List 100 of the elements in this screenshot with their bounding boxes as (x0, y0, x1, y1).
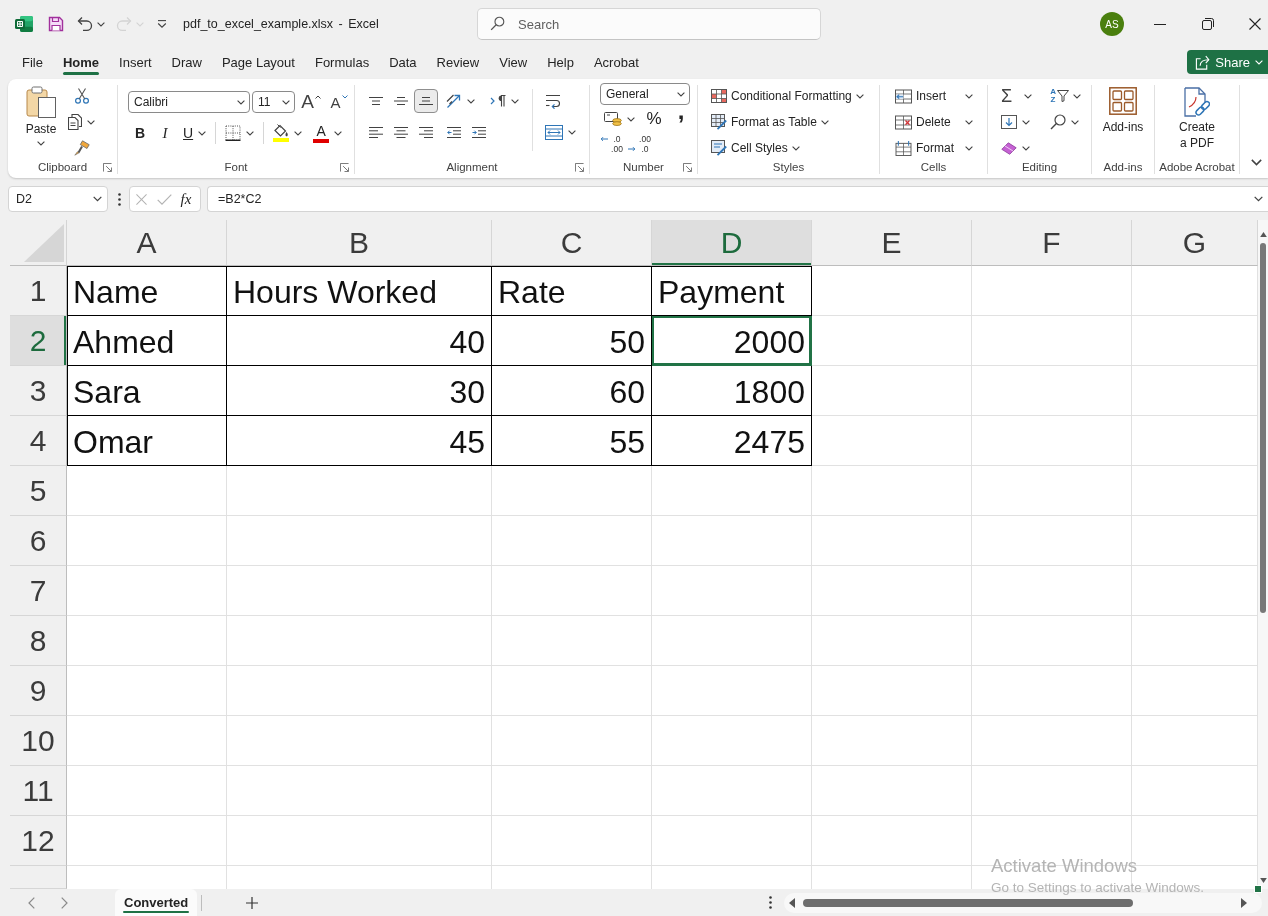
table-cell[interactable] (812, 416, 972, 466)
row-header[interactable]: 7 (10, 566, 67, 616)
conditional-formatting-icon[interactable] (711, 88, 727, 104)
caret-icon[interactable] (246, 130, 255, 136)
table-cell[interactable]: 60 (492, 366, 652, 416)
table-cell[interactable] (812, 316, 972, 366)
caret-icon[interactable] (294, 130, 303, 136)
caret-icon[interactable] (1251, 159, 1262, 166)
vertical-dots-icon[interactable] (118, 192, 121, 206)
table-cell[interactable] (652, 616, 812, 666)
caret-icon[interactable] (627, 116, 635, 122)
caret-icon[interactable] (97, 21, 105, 27)
font-size-field[interactable]: 11 (252, 91, 295, 113)
font-color-button[interactable]: A (309, 122, 347, 144)
arrow-left-icon[interactable] (600, 136, 608, 142)
clipboard-icon[interactable] (26, 86, 56, 118)
share-icon[interactable] (1195, 54, 1211, 70)
table-cell[interactable] (812, 566, 972, 616)
table-cell[interactable]: 30 (227, 366, 492, 416)
table-cell[interactable] (652, 766, 812, 816)
caret-icon[interactable] (965, 145, 973, 151)
money-icon[interactable] (604, 112, 622, 126)
fill-handle[interactable] (1254, 885, 1262, 893)
table-cell[interactable] (972, 766, 1132, 816)
ribbon-tab[interactable]: Acrobat (583, 48, 649, 76)
caret-icon[interactable] (568, 129, 576, 135)
table-cell[interactable] (492, 766, 652, 816)
minimize-icon[interactable] (1154, 23, 1166, 25)
triangle-down-icon[interactable] (1259, 878, 1267, 883)
column-header[interactable]: E (812, 220, 972, 266)
table-cell[interactable] (652, 666, 812, 716)
column-header[interactable]: A (67, 220, 227, 266)
check-icon[interactable] (156, 193, 172, 205)
close-icon[interactable] (1249, 18, 1261, 30)
percent-style-button[interactable]: % (643, 108, 665, 130)
caret-icon[interactable] (820, 119, 829, 125)
increase-indent-icon[interactable] (472, 126, 486, 138)
add-ins-button[interactable]: Add-ins (1102, 85, 1144, 160)
dialog-launcher-icon[interactable] (103, 162, 112, 172)
conditional-formatting-button[interactable]: Conditional Formatting (708, 85, 867, 107)
table-cell[interactable]: Payment (652, 266, 812, 316)
insert-cells-icon[interactable] (895, 88, 912, 104)
table-cell[interactable]: 40 (227, 316, 492, 366)
triangle-up-icon[interactable] (1259, 232, 1267, 237)
column-header[interactable]: G (1132, 220, 1258, 266)
eraser-icon[interactable] (1001, 141, 1017, 155)
table-cell[interactable] (67, 766, 227, 816)
caret-icon[interactable] (965, 93, 973, 99)
comma-style-button[interactable]: , (670, 108, 692, 130)
align-bottom-icon[interactable] (419, 97, 433, 105)
caret-icon[interactable] (237, 99, 245, 105)
table-brush-icon[interactable] (711, 114, 727, 130)
copy-icon[interactable] (68, 114, 82, 130)
plus-icon[interactable] (246, 896, 259, 909)
chevron-left-icon[interactable] (27, 896, 35, 909)
table-cell[interactable] (972, 616, 1132, 666)
table-cell[interactable] (67, 716, 227, 766)
table-cell[interactable] (652, 566, 812, 616)
table-cell[interactable] (812, 516, 972, 566)
column-header[interactable]: F (972, 220, 1132, 266)
vertical-dots-icon[interactable] (769, 896, 772, 909)
ribbon-tab[interactable]: Help (537, 48, 584, 76)
scrollbar-thumb[interactable] (1260, 243, 1266, 613)
table-cell[interactable] (67, 516, 227, 566)
dialog-launcher-icon[interactable] (683, 162, 692, 172)
row-header[interactable]: 8 (10, 616, 67, 666)
table-cell[interactable] (67, 466, 227, 516)
table-cell[interactable] (492, 666, 652, 716)
merge-cells-icon[interactable] (545, 124, 563, 140)
grow-font-button[interactable]: A (300, 91, 322, 113)
swatch-icon[interactable] (273, 138, 290, 142)
format-as-table-button[interactable]: Format as Table (708, 111, 867, 133)
vertical-scrollbar[interactable] (1258, 220, 1268, 889)
caret-icon[interactable] (1071, 119, 1080, 125)
arrow-right-icon[interactable] (628, 146, 636, 152)
align-middle-icon[interactable] (394, 97, 408, 105)
borders-icon[interactable] (225, 125, 242, 141)
table-cell[interactable]: Hours Worked (227, 266, 492, 316)
autosum-button[interactable]: Σ (997, 85, 1037, 107)
table-cell[interactable]: Sara (67, 366, 227, 416)
table-cell[interactable]: 1800 (652, 366, 812, 416)
caret-icon[interactable] (511, 98, 519, 104)
row-header[interactable]: 2 (10, 316, 67, 366)
table-cell[interactable] (972, 316, 1132, 366)
caret-icon[interactable] (198, 130, 207, 136)
ribbon-tab[interactable]: Review (426, 48, 490, 76)
table-cell[interactable] (492, 616, 652, 666)
table-cell[interactable] (227, 566, 492, 616)
table-cell[interactable] (972, 716, 1132, 766)
table-cell[interactable]: Omar (67, 416, 227, 466)
table-cell[interactable] (652, 466, 812, 516)
table-cell[interactable] (227, 766, 492, 816)
caret-icon[interactable] (791, 145, 800, 151)
table-cell[interactable] (812, 616, 972, 666)
italic-button[interactable]: I (154, 122, 176, 144)
caret-icon[interactable] (87, 119, 95, 125)
table-cell[interactable] (227, 616, 492, 666)
caret-up-icon[interactable] (314, 95, 321, 99)
table-cell[interactable] (972, 266, 1132, 316)
search-icon[interactable] (1050, 114, 1067, 130)
